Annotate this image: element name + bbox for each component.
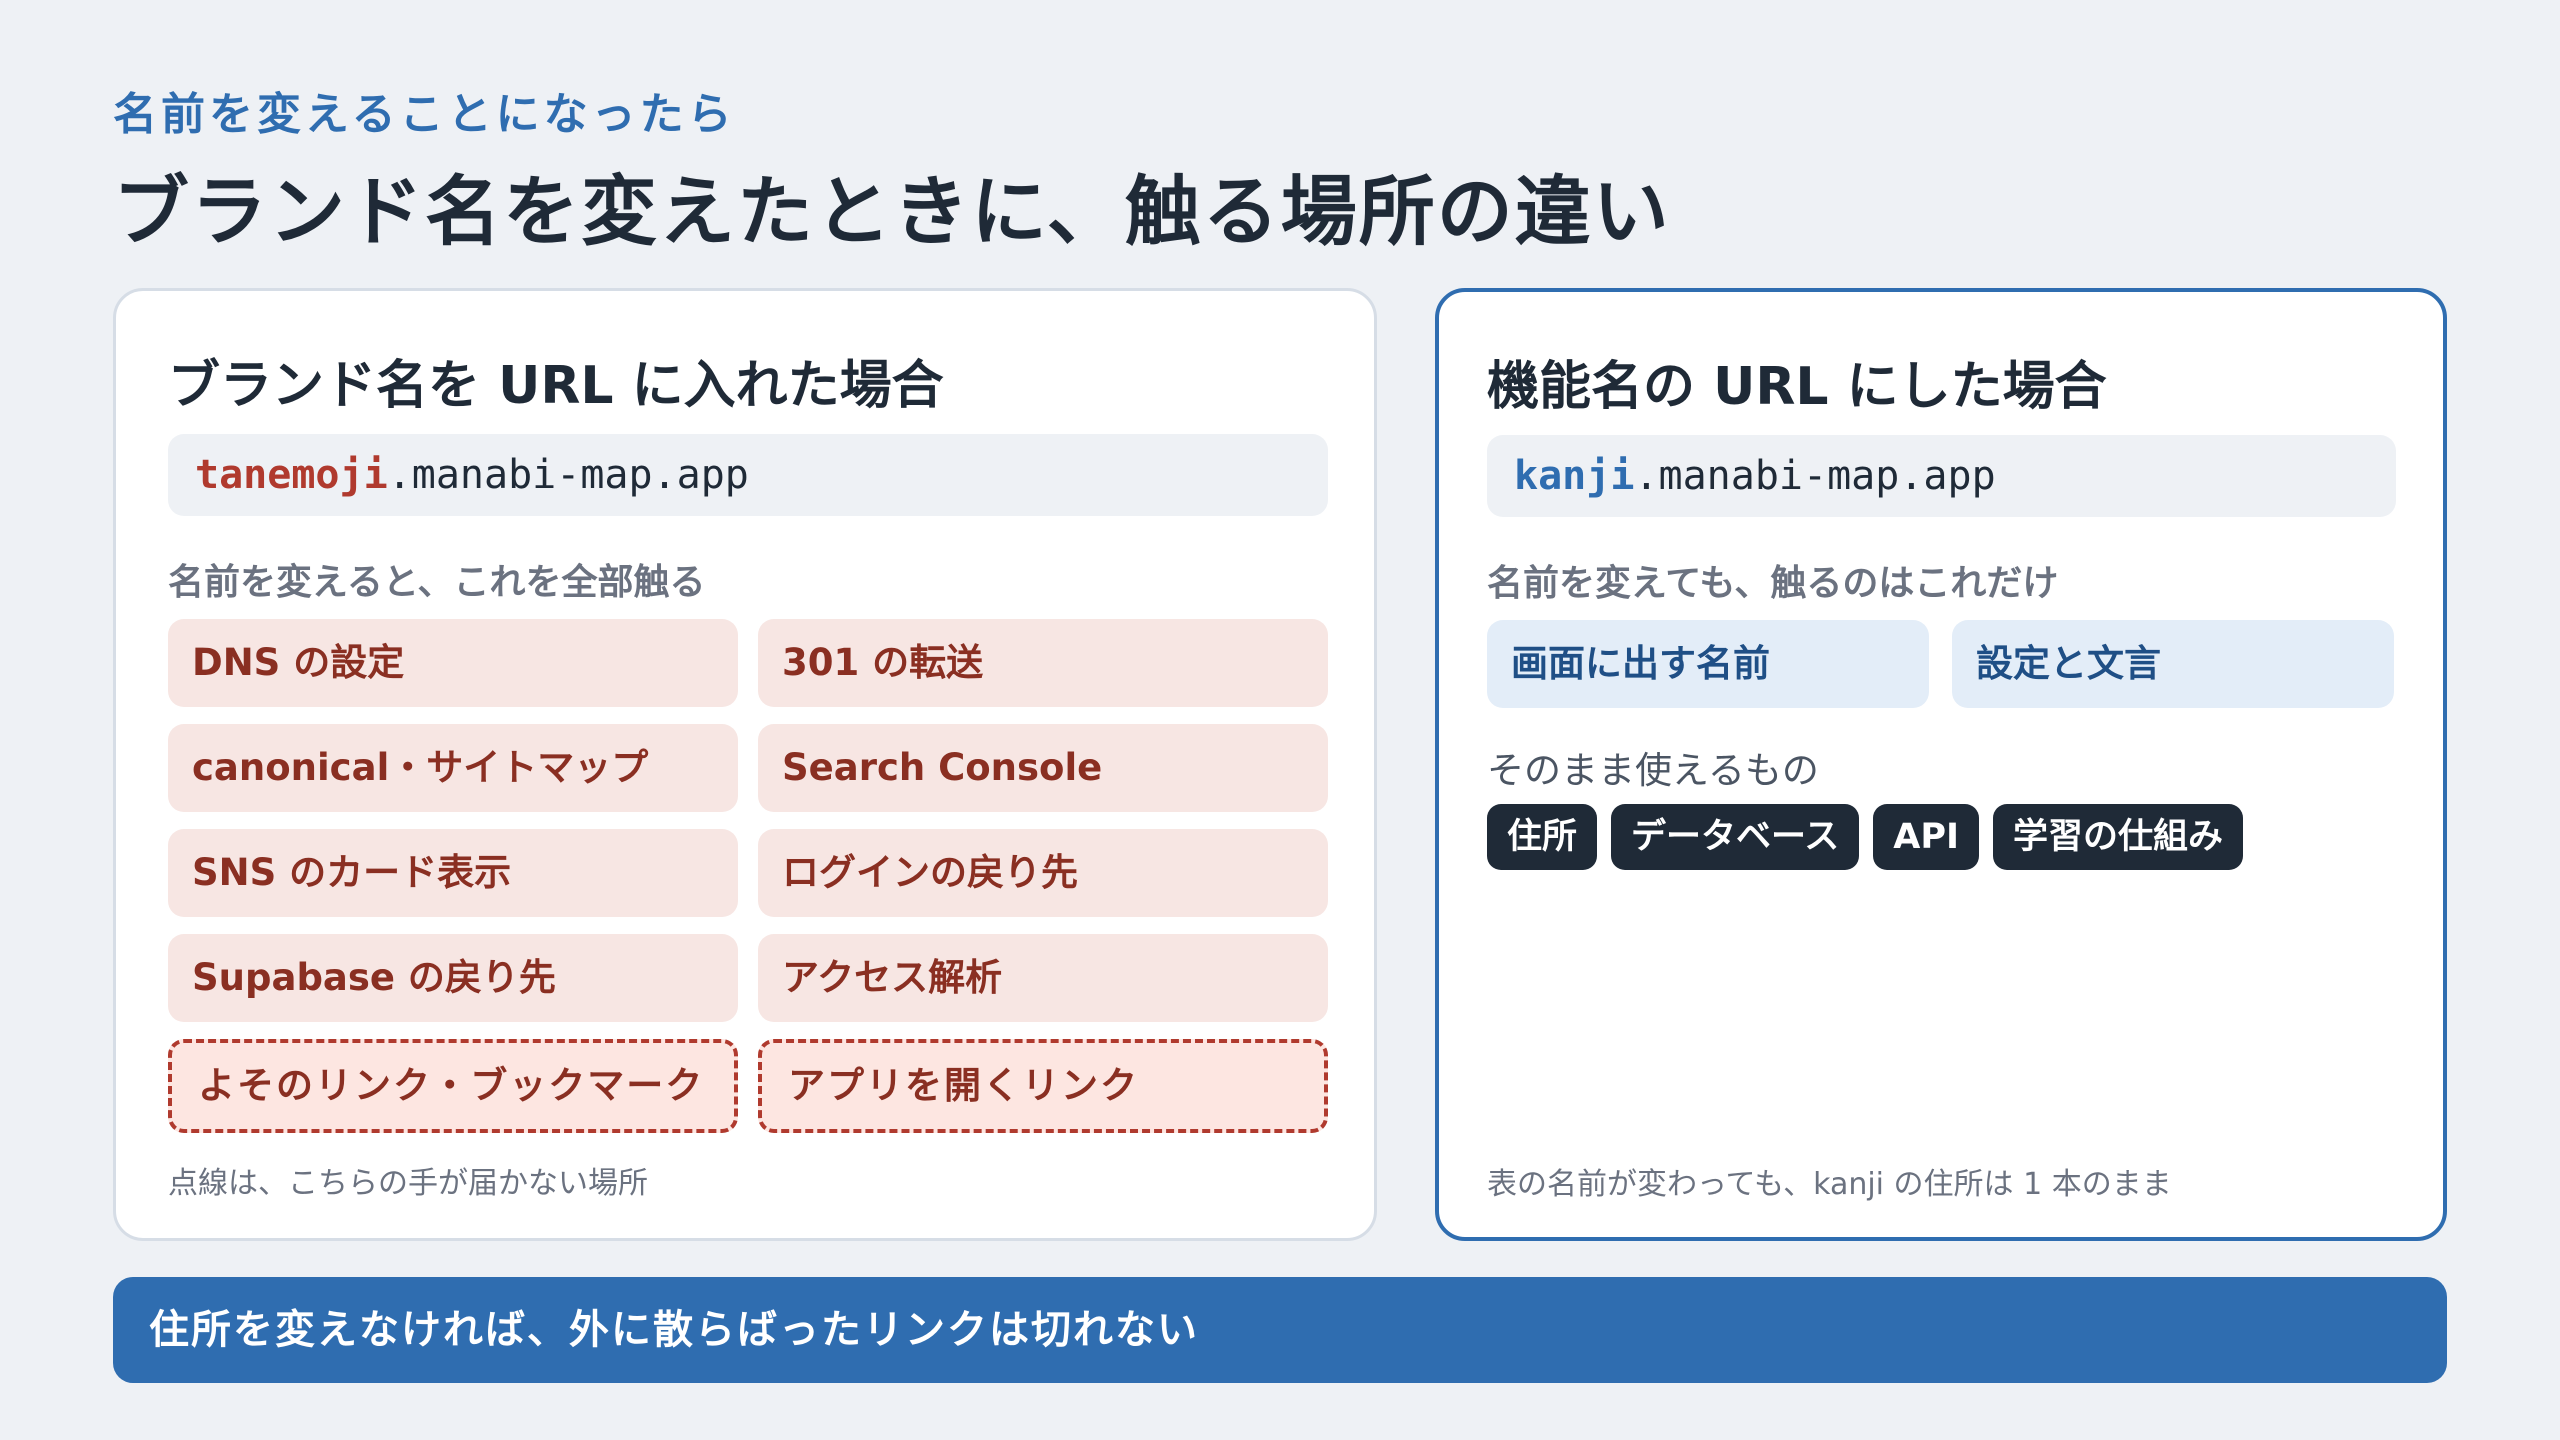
- conclusion-banner: 住所を変えなければ、外に散らばったリンクは切れない: [113, 1277, 2447, 1383]
- feature-url-card: 機能名の URL にした場合 kanji.manabi-map.app 名前を変…: [1435, 288, 2447, 1241]
- unchanged-label: そのまま使えるもの: [1487, 749, 1819, 792]
- item-settings-text: 設定と文言: [1952, 620, 2394, 708]
- brand-footnote: 点線は、こちらの手が届かない場所: [168, 1166, 648, 1201]
- item-display-name: 画面に出す名前: [1487, 620, 1929, 708]
- tag-address: 住所: [1487, 804, 1598, 870]
- page-title: ブランド名を変えたときに、触る場所の違い: [113, 167, 1671, 256]
- tag-learning-system: 学習の仕組み: [1993, 804, 2244, 870]
- item-login-redirect: ログインの戻り先: [758, 829, 1328, 917]
- feature-url-card-title: 機能名の URL にした場合: [1487, 357, 2107, 417]
- item-sns-card: SNS のカード表示: [168, 829, 738, 917]
- eyebrow-heading: 名前を変えることになったら: [113, 89, 736, 140]
- item-301: 301 の転送: [758, 619, 1328, 707]
- unchanged-items: 住所 データベース API 学習の仕組み: [1487, 804, 2244, 870]
- feature-domain-rest: .manabi-map.app: [1634, 453, 1996, 499]
- tag-api: API: [1873, 804, 1980, 870]
- item-dns: DNS の設定: [168, 619, 738, 707]
- feature-section-label: 名前を変えても、触るのはこれだけ: [1487, 563, 2059, 604]
- tag-database: データベース: [1611, 804, 1860, 870]
- feature-footnote: 表の名前が変わっても、kanji の住所は 1 本のまま: [1487, 1167, 2172, 1202]
- brand-url-card: ブランド名を URL に入れた場合 tanemoji.manabi-map.ap…: [113, 288, 1377, 1241]
- item-search-console: Search Console: [758, 724, 1328, 812]
- feature-url-example: kanji.manabi-map.app: [1487, 435, 2396, 517]
- item-app-links: アプリを開くリンク: [758, 1039, 1328, 1133]
- item-canonical: canonical・サイトマップ: [168, 724, 738, 812]
- brand-url-example: tanemoji.manabi-map.app: [168, 434, 1328, 516]
- brand-url-card-title: ブランド名を URL に入れた場合: [168, 356, 944, 416]
- feature-subdomain: kanji: [1514, 453, 1635, 499]
- brand-domain-rest: .manabi-map.app: [387, 452, 749, 498]
- feature-items-grid: 画面に出す名前 設定と文言: [1487, 620, 2394, 708]
- brand-subdomain: tanemoji: [195, 452, 388, 498]
- item-supabase-redirect: Supabase の戻り先: [168, 934, 738, 1022]
- item-analytics: アクセス解析: [758, 934, 1328, 1022]
- item-external-links: よそのリンク・ブックマーク: [168, 1039, 738, 1133]
- brand-section-label: 名前を変えると、これを全部触る: [168, 562, 706, 603]
- brand-items-grid: DNS の設定 301 の転送 canonical・サイトマップ Search …: [168, 619, 1328, 1133]
